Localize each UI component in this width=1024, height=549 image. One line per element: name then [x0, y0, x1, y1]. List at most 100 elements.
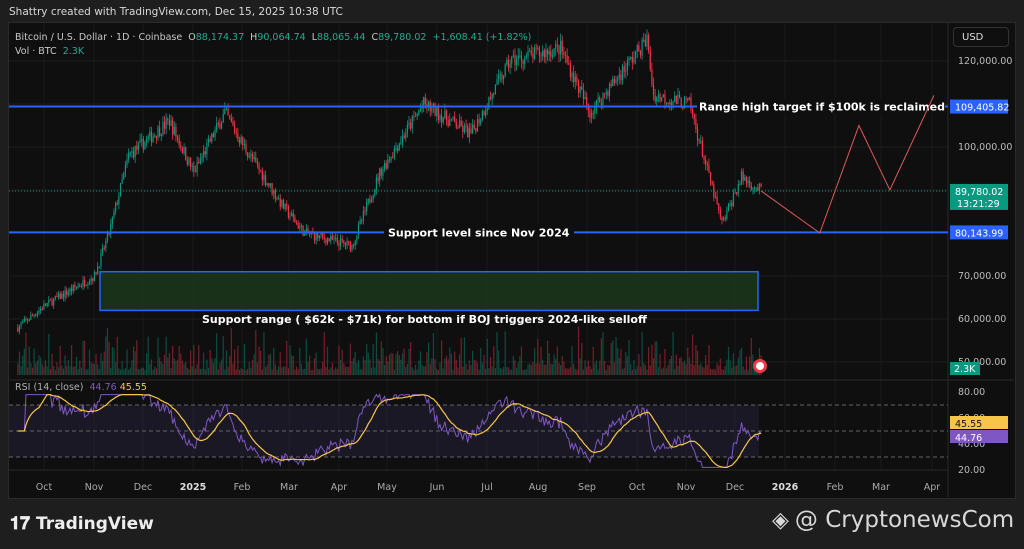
candle-body — [698, 140, 700, 142]
volume-bar — [299, 347, 301, 375]
volume-bar — [467, 369, 469, 375]
volume-bar — [212, 362, 215, 375]
binance-diamond-icon: ◈ — [772, 507, 789, 533]
candle-body — [397, 148, 399, 151]
candle-body — [569, 64, 571, 78]
volume-bar — [545, 364, 547, 375]
candle-body — [90, 278, 92, 282]
volume-bar — [537, 338, 539, 375]
volume-bar — [149, 363, 151, 375]
volume-bar — [618, 357, 620, 375]
volume-bar — [131, 360, 133, 375]
volume-bar — [145, 353, 148, 375]
candle-body — [346, 240, 348, 246]
candle-body — [137, 142, 140, 150]
candle-body — [201, 156, 203, 160]
volume-bar — [462, 366, 464, 375]
event-flag-icon-inner — [756, 362, 764, 370]
low-value: 88,065.44 — [317, 32, 366, 43]
time-tick-label: Apr — [331, 482, 348, 493]
volume-bar — [677, 365, 679, 375]
volume-bar — [108, 341, 110, 375]
volume-bar — [69, 366, 71, 375]
volume-bar — [700, 363, 702, 375]
volume-bar — [159, 357, 161, 375]
volume-bar — [141, 367, 143, 375]
volume-bar — [709, 368, 712, 375]
volume-bar — [418, 360, 420, 375]
candle-body — [651, 69, 653, 85]
volume-bar — [255, 330, 257, 375]
candle-body — [245, 144, 247, 153]
candle-body — [494, 84, 497, 94]
symbol-legend: Bitcoin / U.S. Dollar · 1D · Coinbase O8… — [15, 31, 531, 59]
candle-body — [636, 45, 638, 52]
volume-bar — [343, 363, 345, 375]
candle-body — [95, 272, 97, 275]
volume-bar — [87, 368, 89, 375]
volume-bar — [543, 364, 545, 375]
volume-bar — [194, 368, 197, 375]
candle-body — [43, 303, 45, 310]
volume-bar — [77, 369, 79, 375]
time-tick-label: Dec — [134, 482, 152, 493]
support-annotation: Support level since Nov 2024 — [388, 226, 570, 239]
candle-body — [240, 137, 242, 144]
chart-canvas[interactable]: Oct Nov Dec 2025 Feb Mar Apr May Jun Jul Aug Sep Oct… — [0, 0, 1024, 549]
candle-body — [643, 39, 645, 41]
candle-body — [341, 238, 343, 241]
currency-button[interactable]: USD — [953, 27, 1009, 47]
volume-bar — [669, 359, 671, 375]
candle-body — [716, 196, 718, 204]
volume-bar — [613, 362, 615, 375]
volume-bar — [651, 344, 653, 375]
volume-bar — [183, 363, 185, 375]
volume-bar — [729, 360, 731, 375]
candle-body — [485, 111, 487, 116]
candle-body — [501, 74, 503, 80]
candle-body — [589, 110, 591, 119]
candle-body — [163, 121, 166, 129]
volume-bar — [385, 356, 387, 375]
candle-body — [328, 238, 330, 242]
volume-bar — [390, 353, 392, 375]
volume-bar — [573, 363, 575, 375]
volume-bar — [675, 354, 677, 375]
volume-bar — [395, 353, 397, 375]
volume-bar — [623, 367, 625, 375]
candle-body — [576, 76, 578, 83]
volume-bar — [698, 365, 700, 375]
candle-body — [222, 114, 224, 123]
volume-bar — [191, 366, 193, 375]
volume-bar — [463, 337, 466, 375]
candle-body — [612, 78, 614, 87]
volume-bar — [49, 369, 52, 375]
candle-body — [656, 96, 658, 102]
volume-bar — [445, 355, 448, 375]
candle-body — [740, 171, 743, 184]
candle-body — [563, 51, 565, 55]
candle-body — [75, 287, 78, 289]
volume-bar — [403, 348, 405, 375]
volume-bar — [330, 367, 332, 375]
candle-body — [747, 180, 749, 184]
volume-bar — [411, 367, 413, 375]
rsi-badge: 44.76 — [955, 433, 982, 444]
volume-bar — [424, 366, 426, 375]
time-tick-label: Apr — [924, 482, 941, 493]
close-value: 89,780.02 — [378, 32, 427, 43]
volume-bar — [250, 367, 252, 375]
candle-body — [701, 140, 704, 157]
candle-body — [449, 119, 451, 127]
candle-body — [615, 79, 617, 83]
volume-bar — [61, 365, 63, 375]
candle-body — [261, 170, 263, 181]
candle-body — [294, 217, 296, 223]
volume-bar — [625, 352, 627, 375]
candle-body — [214, 129, 216, 138]
volume-bar — [501, 368, 503, 375]
volume-bar — [452, 369, 454, 375]
volume-bar — [638, 354, 640, 375]
volume-bar — [232, 363, 234, 375]
volume-bar — [476, 363, 479, 375]
